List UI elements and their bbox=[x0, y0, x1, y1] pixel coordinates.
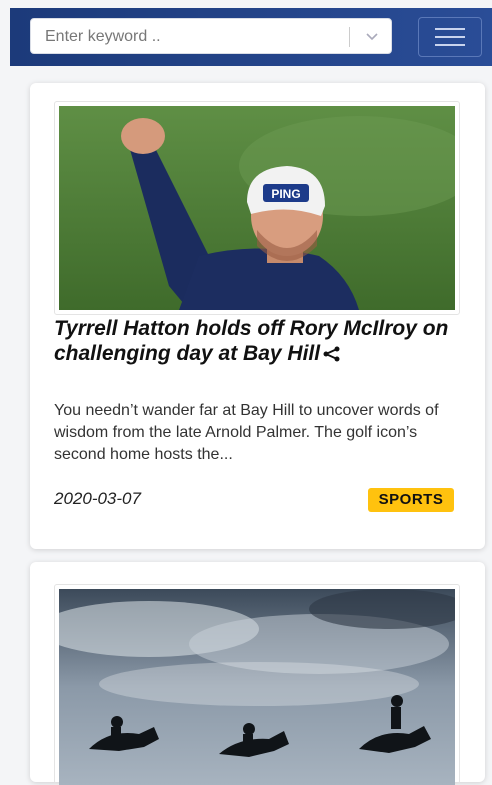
category-badge[interactable]: SPORTS bbox=[368, 488, 454, 512]
search-divider bbox=[349, 27, 350, 47]
top-navbar bbox=[10, 8, 492, 66]
search-input[interactable] bbox=[43, 19, 337, 55]
article-card[interactable]: PING Tyrrell Hatton holds off Rory McIlr… bbox=[30, 83, 485, 549]
golfer-photo: PING bbox=[59, 106, 455, 310]
article-title[interactable]: Tyrrell Hatton holds off Rory McIlroy on… bbox=[54, 316, 464, 366]
article-excerpt: You needn’t wander far at Bay Hill to un… bbox=[54, 402, 439, 463]
horse-racing-photo bbox=[59, 589, 455, 785]
share-icon[interactable] bbox=[322, 345, 342, 363]
search-box[interactable] bbox=[30, 18, 392, 55]
article-date: 2020-03-07 bbox=[54, 489, 141, 508]
hamburger-icon bbox=[435, 28, 465, 46]
article-image[interactable]: PING bbox=[54, 101, 460, 315]
article-title-text: Tyrrell Hatton holds off Rory McIlroy on… bbox=[54, 317, 449, 365]
cap-logo-text: PING bbox=[271, 187, 300, 201]
article-card[interactable] bbox=[30, 562, 485, 785]
menu-button[interactable] bbox=[418, 17, 482, 57]
chevron-down-icon[interactable] bbox=[361, 25, 383, 47]
article-image[interactable] bbox=[54, 584, 460, 785]
